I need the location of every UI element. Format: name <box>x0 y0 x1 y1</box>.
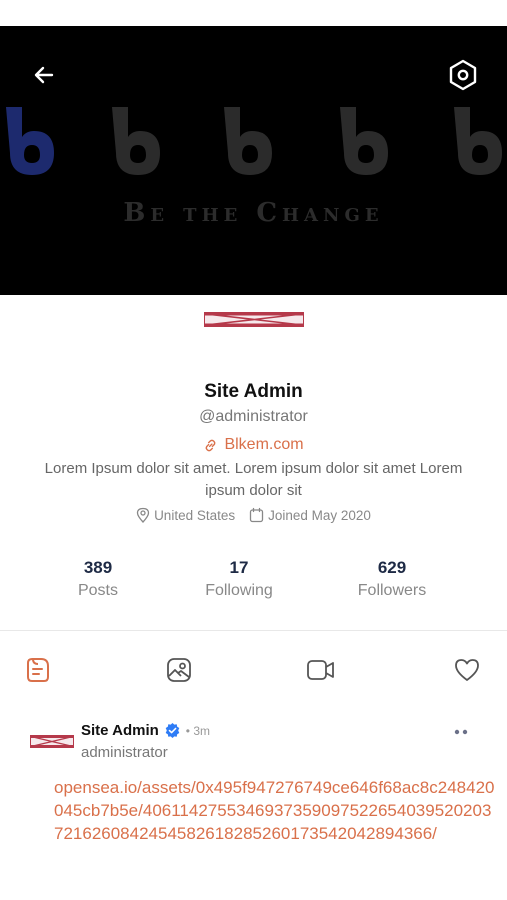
post-avatar[interactable] <box>30 735 74 748</box>
post-username: administrator <box>81 744 168 761</box>
stat-posts[interactable]: 389 Posts <box>33 558 163 600</box>
post-more-button[interactable] <box>447 722 475 742</box>
stat-following-label: Following <box>205 582 273 599</box>
stat-following-value: 17 <box>229 558 249 577</box>
stat-followers-value: 629 <box>377 558 407 577</box>
arrow-left-icon <box>34 66 54 84</box>
profile-meta: United States Joined May 2020 <box>0 507 507 523</box>
logo-mark-icon <box>454 107 502 175</box>
location-label: United States <box>154 507 236 523</box>
avatar[interactable] <box>204 312 304 327</box>
calendar-icon <box>249 507 264 523</box>
joined-meta: Joined May 2020 <box>249 507 371 523</box>
stat-following[interactable]: 17 Following <box>174 558 304 600</box>
post-timestamp: • 3m <box>185 723 211 738</box>
logo-mark-icon <box>224 107 272 175</box>
profile-name: Site Admin <box>204 381 303 402</box>
status-bar <box>0 0 507 26</box>
more-dots-icon <box>454 729 468 735</box>
location-meta: United States <box>136 507 235 523</box>
logo-mark-icon <box>340 107 388 175</box>
profile-handle: @administrator <box>199 408 308 425</box>
verified-badge-icon <box>165 723 180 738</box>
post-author: Site Admin • 3m <box>81 722 210 739</box>
tab-posts[interactable] <box>20 652 56 688</box>
profile-banner: Be the Change <box>0 26 507 295</box>
stat-posts-label: Posts <box>77 582 118 599</box>
section-divider <box>0 630 507 631</box>
tab-likes[interactable] <box>449 652 485 688</box>
back-button[interactable] <box>24 55 64 95</box>
stat-posts-value: 389 <box>83 558 113 577</box>
profile-website-link[interactable]: Blkem.com <box>0 436 507 454</box>
post-body-link[interactable]: opensea.io/assets/0x495f947276749ce646f6… <box>54 776 499 845</box>
location-pin-icon <box>136 507 150 523</box>
photos-icon <box>167 658 191 682</box>
stat-followers[interactable]: 629 Followers <box>327 558 457 600</box>
joined-label: Joined May 2020 <box>268 507 371 523</box>
videos-icon <box>307 660 334 680</box>
profile-website-label: Blkem.com <box>224 436 304 453</box>
logo-mark-icon <box>6 107 54 175</box>
settings-button[interactable] <box>443 55 483 95</box>
likes-icon <box>455 659 479 681</box>
logo-mark-icon <box>112 107 160 175</box>
banner-slogan: Be the Change <box>123 198 384 228</box>
post-author-name[interactable]: Site Admin <box>81 722 159 739</box>
tab-videos[interactable] <box>303 652 339 688</box>
stat-followers-label: Followers <box>357 582 427 599</box>
posts-icon <box>27 658 49 682</box>
link-icon <box>206 439 216 451</box>
profile-bio: Lorem Ipsum dolor sit amet. Lorem ipsum … <box>44 460 463 499</box>
hexagon-settings-icon <box>449 59 477 91</box>
tab-photos[interactable] <box>161 652 197 688</box>
